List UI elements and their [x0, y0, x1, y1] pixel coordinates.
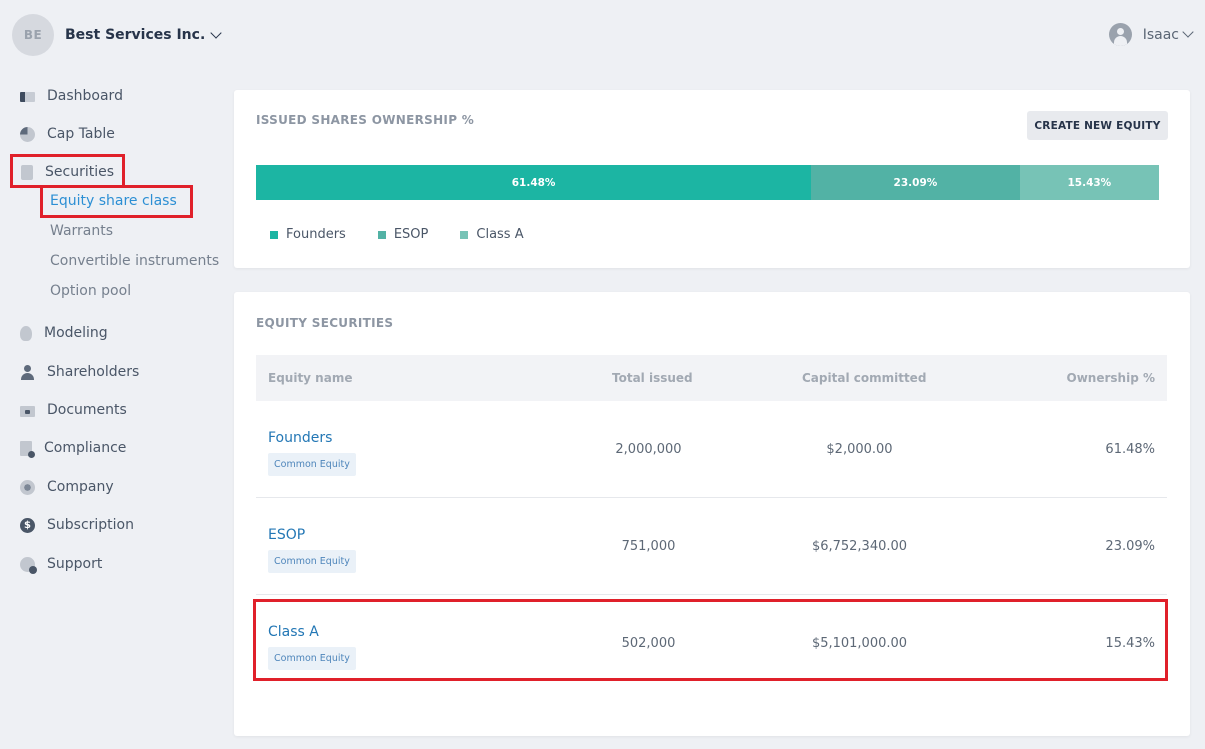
- legend-item-esop: ESOP: [377, 227, 429, 242]
- ownership-legend: Founders ESOP Class A: [270, 227, 556, 242]
- ownership-bar: 61.48% 23.09% 15.43%: [256, 165, 1159, 200]
- highlight-box-class-a-row: [253, 599, 1168, 681]
- ownership-cell: 61.48%: [1105, 442, 1155, 457]
- sidebar-item-dashboard[interactable]: Dashboard: [20, 85, 123, 107]
- dashboard-icon: [20, 92, 35, 102]
- sidebar-item-label: Cap Table: [47, 126, 115, 142]
- sidebar-item-label: Shareholders: [47, 364, 140, 380]
- sidebar-item-label: Documents: [47, 402, 127, 418]
- company-switcher[interactable]: BE Best Services Inc.: [12, 13, 222, 57]
- company-name: Best Services Inc.: [65, 27, 206, 43]
- legend-swatch: [377, 230, 386, 239]
- sidebar-item-label: Support: [47, 556, 103, 572]
- sidebar-item-subscription[interactable]: $ Subscription: [20, 514, 134, 536]
- ownership-card-title: ISSUED SHARES OWNERSHIP %: [256, 113, 475, 127]
- highlight-box-securities: [10, 154, 125, 188]
- sidebar-item-compliance[interactable]: Compliance: [20, 437, 126, 459]
- table-row: Founders Common Equity 2,000,000 $2,000.…: [256, 401, 1167, 498]
- table-row: ESOP Common Equity 751,000 $6,752,340.00…: [256, 498, 1167, 595]
- ownership-segment-esop: 23.09%: [811, 165, 1020, 200]
- capital-committed-cell: $2,000.00: [826, 442, 893, 457]
- legend-item-founders: Founders: [270, 227, 346, 242]
- user-menu[interactable]: Isaac: [1108, 23, 1194, 46]
- equity-type-badge: Common Equity: [268, 453, 356, 476]
- lightbulb-icon: [20, 325, 32, 341]
- legend-item-class-a: Class A: [460, 227, 524, 242]
- company-avatar: BE: [12, 14, 54, 56]
- sidebar-item-label: Company: [47, 479, 114, 495]
- column-header-ownership[interactable]: Ownership %: [1067, 371, 1155, 385]
- column-header-equity-name[interactable]: Equity name: [268, 371, 352, 385]
- column-header-total-issued[interactable]: Total issued: [612, 371, 693, 385]
- total-issued-cell: 751,000: [621, 539, 676, 554]
- ownership-cell: 23.09%: [1105, 539, 1155, 554]
- equity-type-badge: Common Equity: [268, 550, 356, 573]
- ownership-segment-class-a: 15.43%: [1019, 165, 1159, 200]
- pie-chart-icon: [20, 126, 35, 142]
- sidebar-item-label: Compliance: [44, 440, 127, 456]
- equity-card-title: EQUITY SECURITIES: [256, 316, 394, 330]
- legend-label: Founders: [286, 227, 346, 242]
- equity-name-link[interactable]: Founders: [268, 430, 332, 446]
- ownership-segment-founders: 61.48%: [256, 165, 812, 200]
- dollar-icon: $: [20, 517, 35, 533]
- sidebar-item-modeling[interactable]: Modeling: [20, 322, 108, 344]
- flower-icon: [20, 479, 35, 495]
- chevron-down-icon: [1182, 26, 1194, 38]
- create-new-equity-button[interactable]: CREATE NEW EQUITY: [1027, 111, 1168, 140]
- sidebar-item-support[interactable]: Support: [20, 553, 102, 575]
- equity-name-link[interactable]: ESOP: [268, 527, 305, 543]
- legend-swatch: [270, 230, 278, 239]
- sidebar-item-label: Dashboard: [47, 88, 123, 104]
- sidebar-item-documents[interactable]: Documents: [20, 399, 127, 421]
- legend-label: ESOP: [393, 227, 429, 242]
- sidebar-item-shareholders[interactable]: Shareholders: [20, 361, 139, 383]
- user-name: Isaac: [1142, 26, 1179, 43]
- sidebar-subitem-convertible-instruments[interactable]: Convertible instruments: [50, 251, 219, 271]
- sidebar-item-cap-table[interactable]: Cap Table: [20, 123, 115, 145]
- sidebar-subitem-warrants[interactable]: Warrants: [50, 221, 113, 241]
- user-avatar-icon: [1108, 23, 1132, 46]
- legend-swatch: [460, 230, 469, 239]
- equity-securities-card: EQUITY SECURITIES Equity name Total issu…: [234, 292, 1190, 736]
- support-icon: [20, 556, 37, 574]
- sidebar-item-company[interactable]: Company: [20, 476, 114, 498]
- ownership-card: ISSUED SHARES OWNERSHIP % CREATE NEW EQU…: [234, 90, 1190, 268]
- folder-lock-icon: [20, 406, 35, 417]
- column-header-capital-committed[interactable]: Capital committed: [802, 371, 926, 385]
- total-issued-cell: 2,000,000: [615, 442, 682, 457]
- highlight-box-equity-share-class: [40, 185, 193, 218]
- chevron-down-icon: [210, 26, 222, 39]
- document-check-icon: [20, 440, 35, 458]
- sidebar-subitem-option-pool[interactable]: Option pool: [50, 281, 131, 301]
- legend-label: Class A: [476, 227, 524, 242]
- person-icon: [20, 364, 35, 380]
- table-header: Equity name Total issued Capital committ…: [256, 355, 1167, 401]
- sidebar-item-label: Subscription: [47, 517, 134, 533]
- sidebar-item-label: Modeling: [44, 325, 108, 341]
- capital-committed-cell: $6,752,340.00: [811, 539, 908, 554]
